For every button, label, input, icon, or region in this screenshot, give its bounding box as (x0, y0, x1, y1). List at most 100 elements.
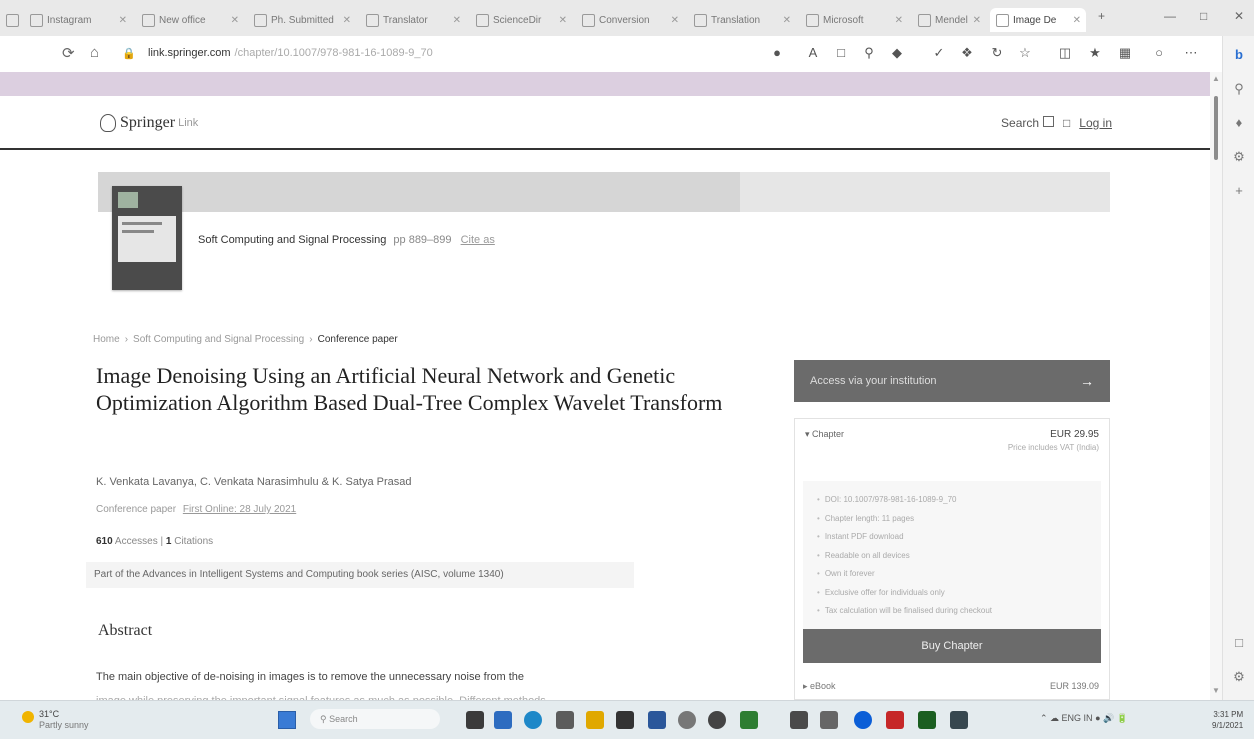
browser-tab[interactable]: ScienceDir ✕ (470, 8, 572, 32)
favorites-icon[interactable]: ★ (1088, 46, 1102, 60)
refresh-page-icon[interactable]: ↻ (990, 46, 1004, 60)
lock-icon[interactable]: 🔒 (122, 47, 136, 60)
weather-widget[interactable]: 31°C Partly sunny (22, 709, 89, 731)
tab-actions-icon[interactable] (4, 8, 20, 32)
breadcrumb-home[interactable]: Home (93, 334, 120, 345)
shopping-icon[interactable]: ♦ (1230, 114, 1248, 132)
time: 3:31 PM (1213, 710, 1244, 719)
extension-icon[interactable]: ◆ (890, 46, 904, 60)
folder-icon[interactable] (586, 711, 604, 729)
browser-tab[interactable]: Ph. Submitted ✕ (248, 8, 356, 32)
url-field[interactable]: link.springer.com/chapter/10.1007/978-98… (148, 47, 433, 59)
browser-tab[interactable]: Image De ✕ (990, 8, 1086, 32)
scroll-thumb[interactable] (1214, 96, 1218, 160)
springer-link-logo[interactable]: Springer Link (100, 114, 198, 132)
browser-tab[interactable]: Translator ✕ (360, 8, 466, 32)
browser-tab[interactable]: Microsoft ✕ (800, 8, 908, 32)
edge-icon[interactable] (524, 711, 542, 729)
favorite-star-icon[interactable]: ☆ (1018, 46, 1032, 60)
tab-close-icon[interactable]: ✕ (559, 15, 567, 26)
new-tab-button[interactable]: + (1098, 9, 1105, 23)
tab-close-icon[interactable]: ✕ (973, 15, 981, 26)
chat-icon[interactable] (494, 711, 512, 729)
add-sidebar-icon[interactable]: + (1230, 182, 1248, 200)
refresh-icon[interactable]: ⟳ (62, 44, 75, 62)
settings-icon[interactable] (678, 711, 696, 729)
browser-tab[interactable]: Conversion ✕ (576, 8, 684, 32)
access-institution-button[interactable]: Access via your institution → (794, 360, 1110, 402)
tab-close-icon[interactable]: ✕ (231, 15, 239, 26)
cite-as-link[interactable]: Cite as (461, 234, 495, 246)
app-available-icon[interactable]: □ (834, 46, 848, 60)
page-scrollbar[interactable]: ▲ ▼ (1210, 72, 1222, 700)
scroll-down-icon[interactable]: ▼ (1212, 686, 1220, 695)
chapter-price: EUR 29.95 (1050, 429, 1099, 440)
book-title-link[interactable]: Soft Computing and Signal Processing (198, 234, 386, 246)
split-screen-icon[interactable]: ◫ (1058, 46, 1072, 60)
excel-icon[interactable] (740, 711, 758, 729)
cart-icon[interactable]: □ (1063, 116, 1070, 130)
language-indicator[interactable]: ENG IN (1062, 713, 1093, 723)
minimize-icon[interactable]: — (1164, 9, 1176, 23)
book-cover-image[interactable] (112, 186, 182, 290)
tab-close-icon[interactable]: ✕ (1073, 15, 1081, 26)
browser-tab[interactable]: Translation ✕ (688, 8, 796, 32)
browser-tab[interactable]: New office ✕ (136, 8, 244, 32)
translate-icon[interactable]: ● (770, 46, 784, 60)
feature-item: Exclusive offer for individuals only (817, 584, 1101, 603)
maximize-icon[interactable]: □ (1200, 9, 1207, 23)
zoom-icon[interactable]: ⚲ (862, 46, 876, 60)
login-link[interactable]: Log in (1079, 116, 1112, 130)
sidebar-settings-icon[interactable]: ⚙ (1230, 668, 1248, 686)
close-window-icon[interactable]: ✕ (1234, 9, 1244, 23)
tab-close-icon[interactable]: ✕ (119, 15, 127, 26)
search-link[interactable]: Search (1001, 116, 1055, 130)
tab-close-icon[interactable]: ✕ (671, 15, 679, 26)
chapter-toggle[interactable]: ▾ Chapter (805, 429, 844, 440)
browser-tab[interactable]: Mendeley ✕ (912, 8, 986, 32)
search-sidebar-icon[interactable]: ⚲ (1230, 80, 1248, 98)
tab-favicon-icon (366, 13, 379, 27)
book-series-info[interactable]: Part of the Advances in Intelligent Syst… (86, 562, 634, 588)
notes-icon[interactable] (820, 711, 838, 729)
buy-chapter-button[interactable]: Buy Chapter (803, 629, 1101, 663)
chrome-icon[interactable] (854, 711, 872, 729)
split-view-icon[interactable]: □ (1230, 634, 1248, 652)
breadcrumb-book[interactable]: Soft Computing and Signal Processing (133, 334, 304, 345)
scroll-up-icon[interactable]: ▲ (1212, 74, 1220, 83)
sheets-icon[interactable] (918, 711, 936, 729)
browser-tab[interactable]: Instagram ✕ (24, 8, 132, 32)
edit-icon[interactable]: ✓ (932, 46, 946, 60)
app-icon[interactable] (616, 711, 634, 729)
author-list[interactable]: K. Venkata Lavanya, C. Venkata Narasimhu… (96, 476, 412, 488)
tab-close-icon[interactable]: ✕ (895, 15, 903, 26)
read-aloud-icon[interactable]: A (806, 46, 820, 60)
tab-close-icon[interactable]: ✕ (783, 15, 791, 26)
file-explorer-icon[interactable] (466, 711, 484, 729)
word-icon[interactable] (648, 711, 666, 729)
bing-chat-icon[interactable]: b (1230, 46, 1248, 64)
system-tray[interactable]: ⌃ ☁ ENG IN ● 🔊 🔋 (1040, 713, 1128, 724)
tab-close-icon[interactable]: ✕ (453, 15, 461, 26)
citations-link[interactable]: Citations (174, 536, 213, 547)
tools-icon[interactable]: ⚙ (1230, 148, 1248, 166)
clock[interactable]: 3:31 PM 9/1/2021 (1212, 709, 1243, 731)
ebook-toggle[interactable]: ▸ eBook (803, 681, 836, 692)
more-menu-icon[interactable]: ⋯ (1184, 46, 1198, 60)
profile-icon[interactable]: ○ (1152, 46, 1166, 60)
powerpoint-icon[interactable] (886, 711, 904, 729)
tab-favicon-icon (582, 13, 595, 27)
search-icon (1043, 116, 1055, 127)
collections-icon[interactable]: ▦ (1118, 46, 1132, 60)
sun-icon (22, 711, 34, 723)
accesses-count: 610 (96, 536, 113, 547)
puzzle-icon[interactable]: ❖ (960, 46, 974, 60)
tab-close-icon[interactable]: ✕ (343, 15, 351, 26)
store-icon[interactable] (556, 711, 574, 729)
paint-icon[interactable] (790, 711, 808, 729)
home-icon[interactable]: ⌂ (90, 44, 99, 61)
media-icon[interactable] (708, 711, 726, 729)
terminal-icon[interactable] (950, 711, 968, 729)
taskbar-search[interactable]: ⚲ Search (310, 709, 440, 729)
start-button[interactable] (278, 711, 296, 729)
